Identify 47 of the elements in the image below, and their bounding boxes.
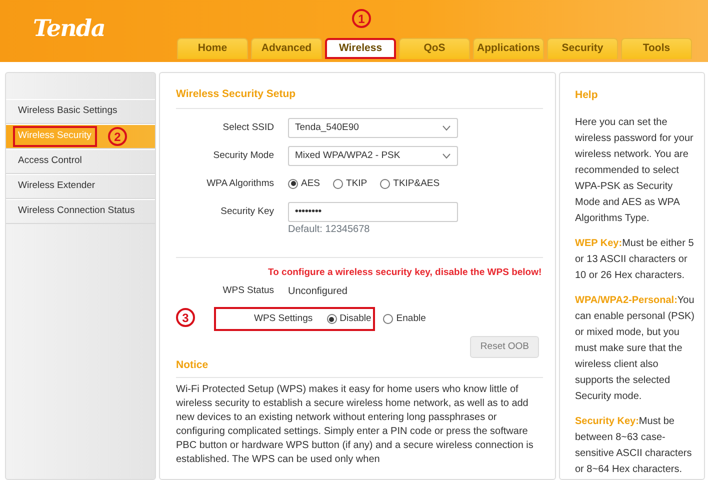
field-label: WPA Algorithms	[206, 176, 275, 191]
logo: Tenda	[33, 14, 105, 44]
radio-option[interactable]: Enable	[383, 312, 426, 326]
warning-text: To configure a wireless security key, disable the WPS below!	[268, 266, 542, 280]
nav-tab[interactable]: Applications	[473, 38, 544, 59]
help-paragraph: WPA/WPA2-Personal:You can enable personal (PSK) or mixed mode, but you must make sure that the wireless client also supports the selected Security mode.	[575, 294, 696, 404]
sidebar-item[interactable]: Access Control	[6, 149, 155, 174]
field-label: Select SSID	[222, 120, 275, 135]
nav-tab[interactable]: Wireless	[325, 38, 396, 59]
chevron-icon	[442, 152, 451, 159]
nav-tab[interactable]: Security	[547, 38, 618, 59]
nav-tab[interactable]: Advanced	[251, 38, 322, 59]
nav-tab[interactable]: Tools	[621, 38, 692, 59]
sidebar-item-label: Wireless Basic Settings	[17, 104, 118, 118]
dropdown[interactable]: Mixed WPA/WPA2 - PSK	[288, 146, 458, 166]
status-value: Unconfigured	[288, 284, 348, 298]
notice-paragraph: Wi-Fi Protected Setup (WPS) makes it easy for home users who know little of wireless security to establish a secure wireless home network, as well as to add new devices to an existing network without entering long passphrases or configuring complicated settings. Simply enter a PIN code or press the software PBC button or hardware WPS button (if any) and a secure wireless connection is established. The WPS can be used only when	[176, 383, 534, 467]
dropdown[interactable]: Tenda_540E90	[288, 118, 458, 138]
sidebar-item[interactable]: Wireless Extender	[6, 174, 155, 199]
chevron-icon	[442, 124, 451, 131]
hint-text: Default: 12345678	[288, 222, 370, 237]
radio-option[interactable]: TKIP	[333, 176, 368, 191]
field-label: Security Mode	[212, 148, 275, 163]
radio-option[interactable]: TKIP&AES	[380, 176, 440, 191]
field-label: Security Key	[220, 204, 275, 219]
section-title: Wireless Security Setup	[176, 87, 297, 102]
field-label: WPS Status	[222, 284, 275, 298]
nav-tab[interactable]: QoS	[399, 38, 470, 59]
input-field[interactable]: ••••••••	[288, 202, 458, 222]
section-title: Notice	[176, 358, 210, 374]
radio-option[interactable]: AES	[288, 176, 320, 191]
callout-number: 3	[176, 308, 195, 327]
sidebar-item-label: Wireless Extender	[17, 179, 96, 194]
sidebar-item-label: Wireless Security	[13, 126, 98, 147]
nav-tab[interactable]: Home	[177, 38, 248, 59]
sidebar-item-label: Wireless Connection Status	[17, 204, 136, 218]
callout-number: 1	[352, 9, 371, 28]
help-paragraph: Security Key:Must be between 8~63 case-sensitive ASCII characters or 8~64 Hex characters.	[575, 415, 693, 477]
sidebar-item-label: Access Control	[17, 154, 83, 168]
reset-button[interactable]: Reset OOB	[470, 336, 539, 358]
help-paragraph: WEP Key:Must be either 5 or 13 ASCII characters or 10 or 26 Hex characters.	[575, 237, 695, 283]
radio-option[interactable]: Disable	[326, 312, 372, 326]
help-paragraph: Here you can set the wireless password for your wireless network. You are recommended to select WPA-PSK as Security Mode and AES as WPA Algorithms Type.	[575, 116, 694, 226]
field-label: WPS Settings	[254, 312, 314, 326]
callout-number: 2	[108, 127, 127, 146]
help-title: Help	[575, 88, 599, 103]
sidebar-item[interactable]: Wireless Connection Status	[6, 199, 155, 224]
